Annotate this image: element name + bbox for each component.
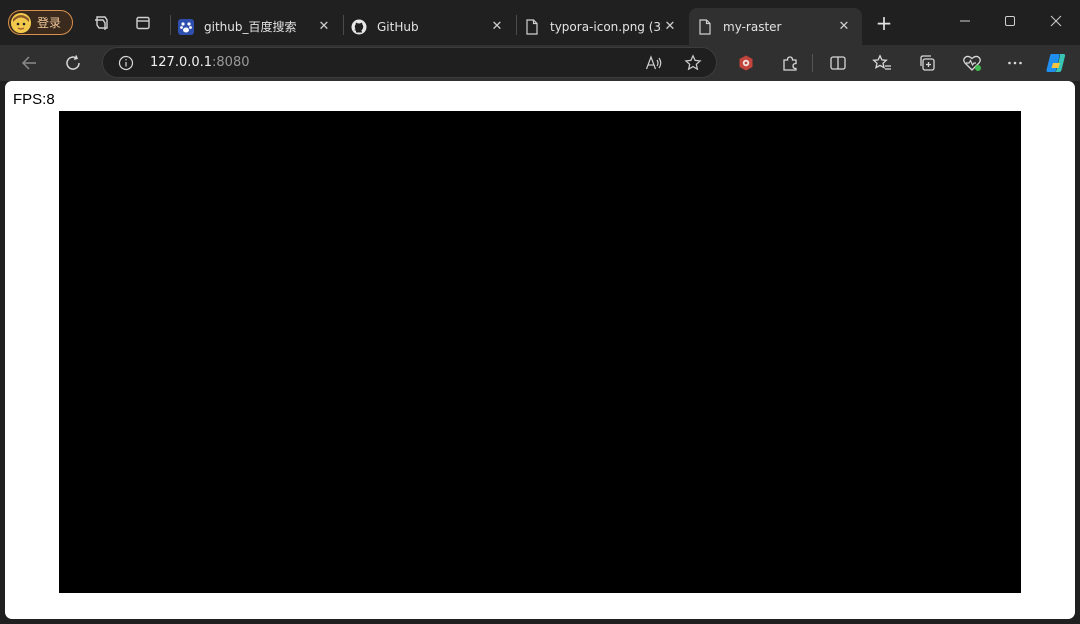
split-screen-icon — [830, 56, 846, 70]
settings-more-button[interactable] — [1002, 50, 1028, 76]
browser-window: 登录 github_百度搜索 ✕ GitHub ✕ typora-icon.pn… — [0, 0, 1080, 624]
navigation-toolbar: 127.0.0.1:8080 — [0, 45, 1080, 81]
tab-title: GitHub — [377, 19, 419, 34]
toolbar-separator — [812, 54, 813, 72]
fps-counter: FPS:8 — [13, 91, 55, 108]
baidu-paw-icon — [178, 18, 194, 35]
tab-github-baidu-search[interactable]: github_百度搜索 ✕ — [170, 8, 342, 45]
copilot-icon — [1046, 54, 1066, 72]
maximize-button[interactable] — [995, 8, 1025, 34]
document-icon — [697, 18, 713, 35]
github-icon — [351, 19, 367, 35]
url-port: :8080 — [212, 55, 250, 70]
copilot-button[interactable] — [1043, 50, 1069, 76]
favorites-button[interactable] — [869, 50, 895, 76]
tab-title: typora-icon.png (32× — [550, 19, 662, 34]
tab-actions-icon[interactable] — [132, 12, 154, 34]
address-bar[interactable]: 127.0.0.1:8080 — [102, 47, 717, 78]
extensions-button[interactable] — [777, 50, 803, 76]
avatar — [11, 12, 31, 33]
workspaces-icon[interactable] — [90, 12, 112, 34]
favorites-list-icon — [872, 54, 891, 70]
arrow-left-icon — [21, 56, 36, 70]
close-tab-icon[interactable]: ✕ — [836, 19, 852, 35]
profile-label: 登录 — [37, 16, 62, 30]
url-text[interactable]: 127.0.0.1:8080 — [150, 55, 250, 70]
maximize-icon — [1005, 16, 1015, 26]
close-tab-icon[interactable]: ✕ — [662, 19, 678, 35]
close-tab-icon[interactable]: ✕ — [489, 19, 505, 35]
refresh-button[interactable] — [60, 50, 86, 76]
read-aloud-icon[interactable] — [644, 53, 664, 73]
tab-typora-icon[interactable]: typora-icon.png (32× ✕ — [516, 8, 688, 45]
tab-title: my-raster — [723, 19, 782, 34]
favorite-star-icon[interactable] — [683, 53, 703, 73]
render-canvas[interactable] — [59, 111, 1021, 593]
url-host: 127.0.0.1 — [150, 55, 213, 70]
more-options-icon — [1008, 61, 1022, 65]
browser-essentials-button[interactable] — [959, 50, 985, 76]
tab-strip: 登录 github_百度搜索 ✕ GitHub ✕ typora-icon.pn… — [0, 0, 1080, 45]
puzzle-icon — [783, 56, 797, 71]
refresh-icon — [66, 55, 80, 70]
profile-button[interactable]: 登录 — [8, 10, 73, 35]
close-window-button[interactable] — [1041, 8, 1071, 34]
minimize-icon — [960, 20, 970, 22]
tab-title: github_百度搜索 — [204, 20, 297, 34]
close-icon — [1050, 15, 1062, 27]
minimize-button[interactable] — [950, 8, 980, 34]
extension-shield-button[interactable] — [733, 50, 759, 76]
tab-my-raster[interactable]: my-raster ✕ — [689, 8, 862, 45]
new-tab-button[interactable]: + — [873, 12, 895, 34]
document-icon — [524, 18, 540, 35]
collections-icon — [920, 55, 935, 71]
collections-button[interactable] — [914, 50, 940, 76]
page-viewport: FPS:8 — [5, 81, 1075, 619]
site-info-icon[interactable] — [117, 54, 135, 72]
back-button[interactable] — [16, 50, 42, 76]
heart-pulse-icon — [963, 55, 981, 71]
extension-shield-icon — [739, 55, 753, 71]
tab-github[interactable]: GitHub ✕ — [343, 8, 515, 45]
close-tab-icon[interactable]: ✕ — [316, 19, 332, 35]
split-screen-button[interactable] — [825, 50, 851, 76]
